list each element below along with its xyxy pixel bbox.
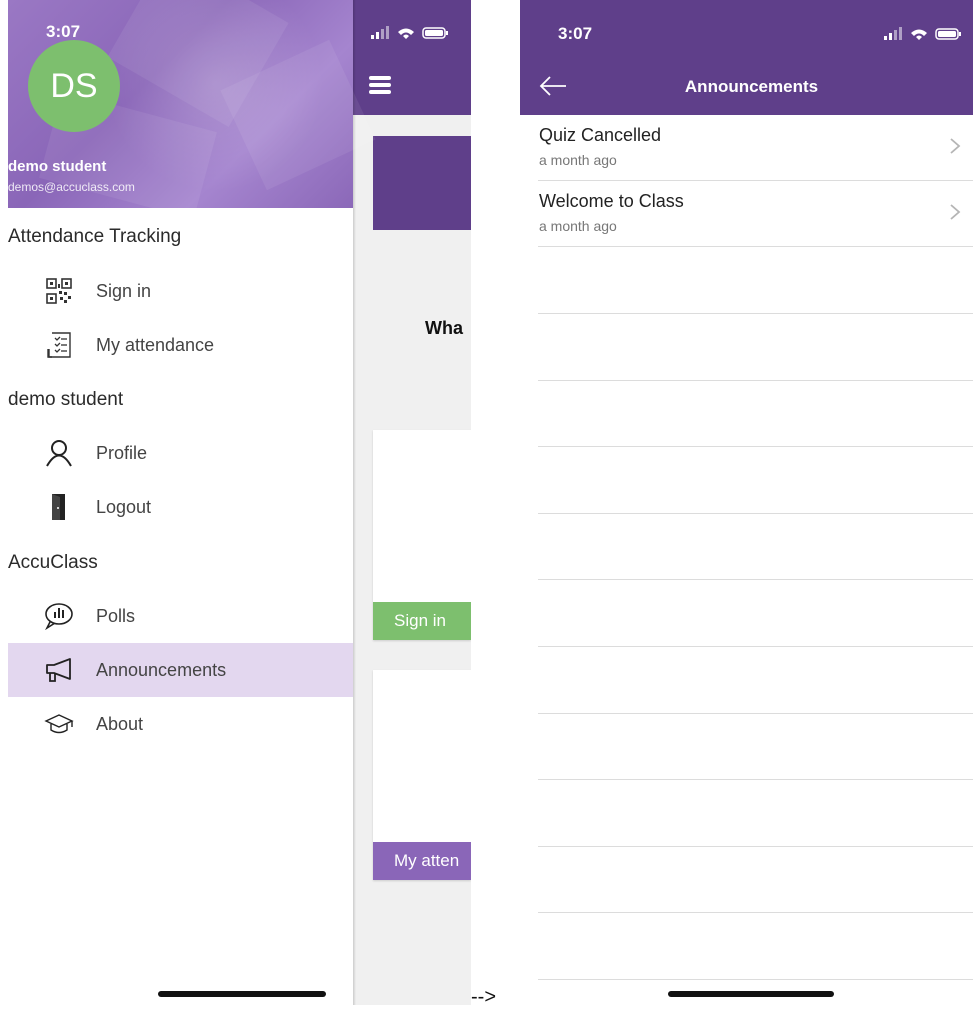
list-separator xyxy=(538,646,973,647)
list-separator xyxy=(538,579,973,580)
navigation-bar: 3:07 Announcements xyxy=(520,0,973,115)
menu-item-polls[interactable]: Polls xyxy=(8,589,353,643)
menu-item-label: Announcements xyxy=(96,659,227,680)
avatar: DS xyxy=(28,40,120,132)
home-indicator xyxy=(668,991,834,997)
door-icon xyxy=(44,492,74,522)
chevron-right-icon xyxy=(950,204,961,220)
list-separator xyxy=(538,313,973,314)
menu-icon[interactable] xyxy=(369,76,391,94)
sign-in-card[interactable]: Sign in xyxy=(373,430,471,640)
section-title-user: demo student xyxy=(8,389,124,410)
transition-arrow: --> xyxy=(471,986,496,1008)
list-separator xyxy=(538,513,973,514)
menu-item-label: My attendance xyxy=(96,334,215,355)
menu-item-sign-in[interactable]: Sign in xyxy=(8,264,353,318)
qr-code-icon xyxy=(44,276,74,306)
announcement-time: a month ago xyxy=(539,152,617,168)
menu-item-label: Polls xyxy=(96,605,136,626)
menu-item-label: About xyxy=(96,713,144,734)
status-icons xyxy=(371,26,448,39)
section-title-accuclass: AccuClass xyxy=(8,552,98,573)
list-separator xyxy=(538,979,973,980)
behind-status-icons xyxy=(371,26,451,43)
menu-item-about[interactable]: About xyxy=(8,697,353,751)
drawer-screen: Wha Sign in My atten 3:07 DS demo studen… xyxy=(8,0,471,1005)
menu-item-announcements[interactable]: Announcements xyxy=(8,643,353,697)
menu-item-label: Logout xyxy=(96,496,152,517)
home-indicator xyxy=(158,991,326,997)
announcement-time: a month ago xyxy=(539,218,617,234)
status-icons xyxy=(884,27,964,41)
attendance-card[interactable]: My atten xyxy=(373,670,471,880)
announcements-screen: 3:07 Announcements Quiz Cancelled a mont… xyxy=(520,0,973,1005)
checklist-icon xyxy=(44,330,74,360)
list-separator xyxy=(538,713,973,714)
chevron-right-icon xyxy=(950,138,961,154)
status-time: 3:07 xyxy=(558,24,593,43)
announcement-row[interactable]: Quiz Cancelled a month ago xyxy=(538,115,973,181)
menu-item-label: Profile xyxy=(96,442,148,463)
announcement-title: Welcome to Class xyxy=(539,191,684,211)
person-icon xyxy=(44,438,74,468)
drawer-header: 3:07 DS demo student demos@accuclass.com xyxy=(8,0,376,220)
drawer-shadow xyxy=(353,0,356,1005)
poll-bubble-icon xyxy=(44,601,74,631)
menu-item-logout[interactable]: Logout xyxy=(8,480,353,534)
behind-app: Wha Sign in My atten xyxy=(353,0,471,1005)
list-separator xyxy=(538,446,973,447)
user-name: demo student xyxy=(8,158,107,175)
section-title-attendance: Attendance Tracking xyxy=(8,226,182,247)
list-separator xyxy=(538,779,973,780)
menu-item-profile[interactable]: Profile xyxy=(8,426,353,480)
behind-banner xyxy=(373,136,471,230)
announcement-row[interactable]: Welcome to Class a month ago xyxy=(538,181,973,247)
list-separator xyxy=(538,846,973,847)
status-time: 3:07 xyxy=(46,22,81,41)
navigation-drawer: 3:07 DS demo student demos@accuclass.com… xyxy=(8,0,376,1005)
graduation-cap-icon xyxy=(44,709,74,739)
attendance-card-footer[interactable]: My atten xyxy=(373,842,471,880)
sign-in-card-footer[interactable]: Sign in xyxy=(373,602,471,640)
menu-item-my-attendance[interactable]: My attendance xyxy=(8,318,353,372)
page-title: Announcements xyxy=(684,77,819,96)
list-separator xyxy=(538,912,973,913)
user-email: demos@accuclass.com xyxy=(8,180,135,194)
menu-item-label: Sign in xyxy=(96,280,152,301)
list-separator xyxy=(538,380,973,381)
behind-app-bar xyxy=(353,0,471,115)
announcement-title: Quiz Cancelled xyxy=(539,125,662,145)
behind-heading: Wha xyxy=(425,318,463,338)
megaphone-icon xyxy=(44,655,74,685)
